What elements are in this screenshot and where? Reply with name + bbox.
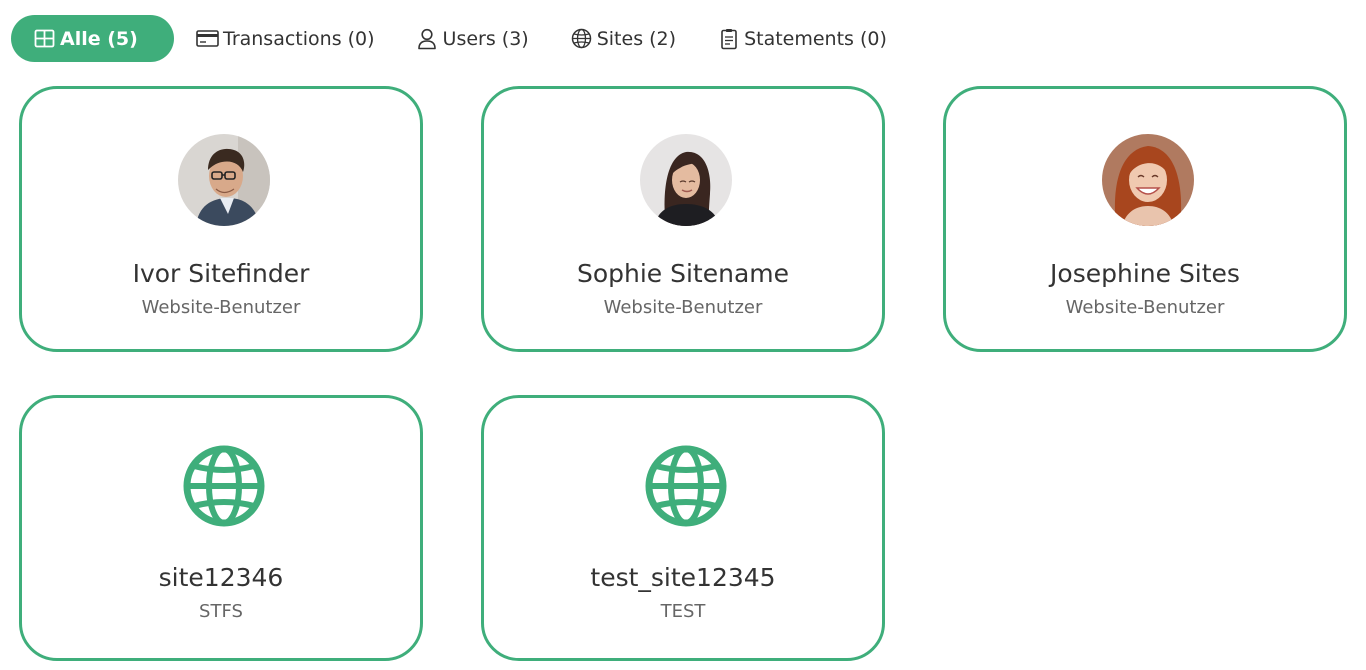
user-role: Website-Benutzer [603, 297, 763, 318]
filter-tabs: Alle (5) Transactions (0) Users (3) Site… [11, 15, 887, 62]
tab-all[interactable]: Alle (5) [11, 15, 174, 62]
tab-sites[interactable]: Sites (2) [570, 15, 676, 62]
tab-users[interactable]: Users (3) [416, 15, 529, 62]
site-name: site12346 [158, 563, 284, 592]
user-name: Josephine Sites [1050, 259, 1240, 288]
user-name: Sophie Sitename [576, 259, 790, 288]
tab-sites-label: Sites (2) [596, 27, 677, 50]
tab-statements-label: Statements (0) [744, 27, 887, 50]
credit-card-icon [196, 27, 219, 50]
user-card[interactable]: Ivor Sitefinder Website-Benutzer [19, 86, 423, 352]
site-name: test_site12345 [590, 563, 776, 592]
tab-statements[interactable]: Statements (0) [717, 15, 887, 62]
site-card[interactable]: test_site12345 TEST [481, 395, 885, 661]
globe-icon [570, 27, 593, 50]
site-card[interactable]: site12346 STFS [19, 395, 423, 661]
site-code: STFS [199, 601, 243, 622]
avatar [178, 134, 270, 226]
globe-icon [645, 445, 727, 527]
document-icon [717, 27, 740, 50]
user-name: Ivor Sitefinder [132, 259, 310, 288]
tab-transactions-label: Transactions (0) [223, 27, 375, 50]
user-icon [416, 27, 439, 50]
user-role: Website-Benutzer [141, 297, 301, 318]
user-card[interactable]: Josephine Sites Website-Benutzer [943, 86, 1347, 352]
avatar [640, 134, 732, 226]
user-role: Website-Benutzer [1065, 297, 1225, 318]
tab-transactions[interactable]: Transactions (0) [196, 15, 375, 62]
globe-icon [183, 445, 265, 527]
user-card[interactable]: Sophie Sitename Website-Benutzer [481, 86, 885, 352]
site-code: TEST [660, 601, 706, 622]
tab-users-label: Users (3) [442, 27, 529, 50]
grid-icon [33, 27, 56, 50]
avatar [1102, 134, 1194, 226]
tab-all-label: Alle (5) [60, 27, 138, 50]
